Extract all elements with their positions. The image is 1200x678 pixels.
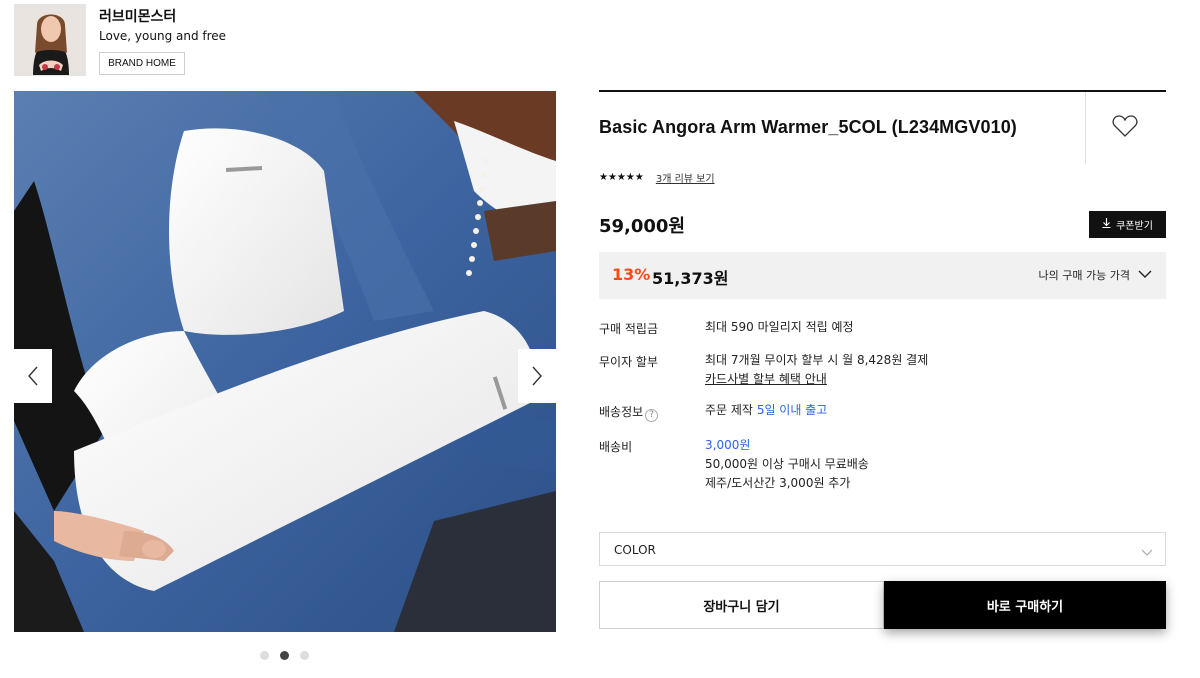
shipping-label-text: 배송정보 xyxy=(599,405,644,419)
sale-price: 51,373원 xyxy=(652,269,729,288)
chevron-right-icon xyxy=(531,366,543,386)
shipping-info-label: 배송정보? xyxy=(599,403,659,422)
points-value: 최대 590 마일리지 적립 예정 xyxy=(705,320,854,334)
color-select[interactable]: COLOR xyxy=(599,532,1166,566)
shipping-fee-label: 배송비 xyxy=(599,440,633,454)
chevron-left-icon xyxy=(27,366,39,386)
shipping-leadtime: 5일 이내 출고 xyxy=(756,403,828,417)
gallery-dot[interactable] xyxy=(260,651,269,660)
gallery-dot[interactable] xyxy=(300,651,309,660)
star-rating-icon: ★★★★★ xyxy=(599,172,644,183)
title-divider xyxy=(1085,92,1086,164)
brand-home-button[interactable]: BRAND HOME xyxy=(99,52,185,75)
gallery-dot-active[interactable] xyxy=(280,651,289,660)
installment-value: 최대 7개월 무이자 할부 시 월 8,428원 결제 xyxy=(705,353,929,367)
add-to-cart-button[interactable]: 장바구니 담기 xyxy=(599,581,884,629)
chevron-down-icon xyxy=(1141,542,1153,561)
product-photo xyxy=(14,91,556,632)
free-shipping-note: 50,000원 이상 구매시 무료배송 xyxy=(705,457,869,471)
brand-thumbnail[interactable] xyxy=(14,4,86,76)
my-price-toggle[interactable]: 나의 구매 가능 가격 xyxy=(1039,267,1152,283)
extra-shipping-note: 제주/도서산간 3,000원 추가 xyxy=(705,476,851,490)
gallery-prev-button[interactable] xyxy=(14,349,52,403)
buy-now-button[interactable]: 바로 구매하기 xyxy=(884,581,1166,629)
gallery-pagination xyxy=(260,651,309,660)
help-icon[interactable]: ? xyxy=(645,408,659,422)
points-label: 구매 적립금 xyxy=(599,322,659,336)
brand-slogan: Love, young and free xyxy=(99,29,227,43)
download-icon xyxy=(1102,218,1111,231)
title-top-rule xyxy=(599,90,1166,92)
chevron-down-icon xyxy=(1138,269,1152,282)
original-price: 59,000원 xyxy=(599,216,686,237)
brand-name[interactable]: 러브미몬스터 xyxy=(99,6,176,26)
installment-label: 무이자 할부 xyxy=(599,355,659,369)
shipping-info-value: 주문 제작 5일 이내 출고 xyxy=(705,401,827,420)
sale-price-box: 13% 51,373원 나의 구매 가능 가격 xyxy=(599,252,1166,299)
shipping-fee-value: 3,000원 xyxy=(705,438,751,452)
product-image-gallery[interactable] xyxy=(14,91,556,632)
product-title: Basic Angora Arm Warmer_5COL (L234MGV010… xyxy=(599,117,1017,137)
shipping-type: 주문 제작 xyxy=(705,403,753,417)
discount-rate: 13% xyxy=(612,265,651,284)
rating-row: ★★★★★ 3개 리뷰 보기 xyxy=(599,170,715,185)
gallery-next-button[interactable] xyxy=(518,349,556,403)
coupon-button-label: 쿠폰받기 xyxy=(1116,221,1153,232)
review-link[interactable]: 3개 리뷰 보기 xyxy=(656,170,715,185)
installment-benefit-link[interactable]: 카드사별 할부 혜택 안내 xyxy=(705,370,827,389)
heart-icon xyxy=(1112,114,1138,142)
color-select-label: COLOR xyxy=(614,543,656,557)
my-price-label: 나의 구매 가능 가격 xyxy=(1038,269,1130,282)
coupon-download-button[interactable]: 쿠폰받기 xyxy=(1089,211,1166,238)
wishlist-button[interactable] xyxy=(1110,114,1140,142)
